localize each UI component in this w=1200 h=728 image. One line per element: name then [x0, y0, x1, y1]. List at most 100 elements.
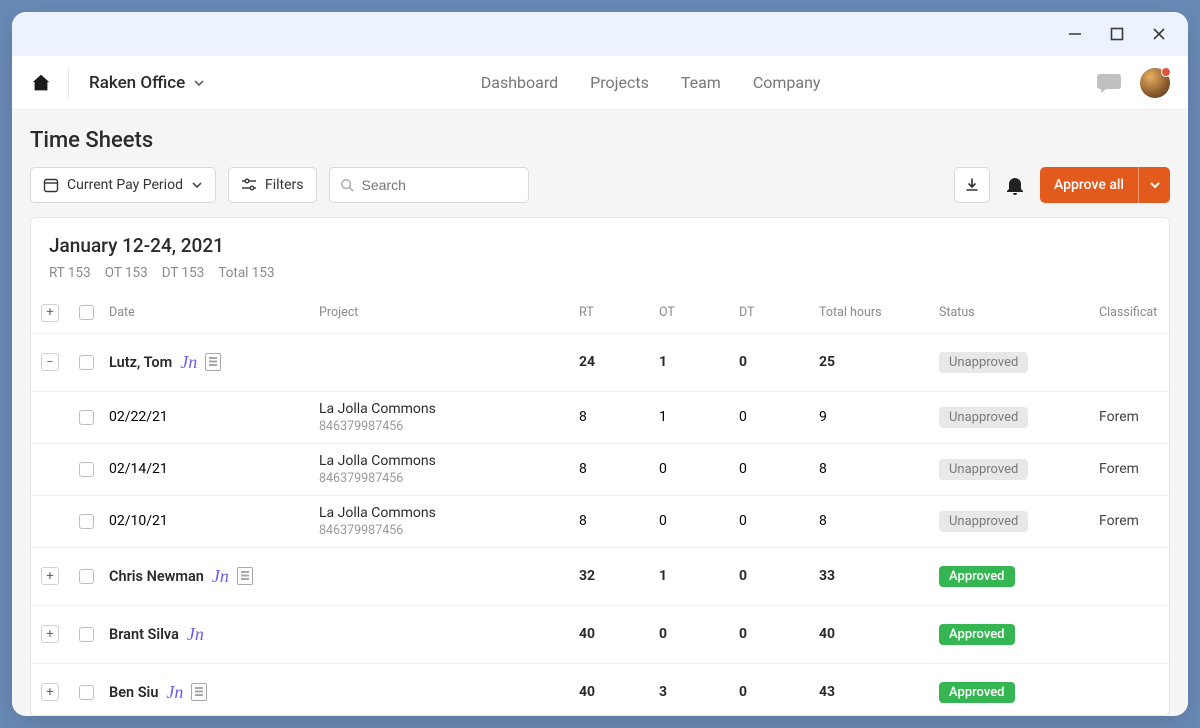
nav-team[interactable]: Team: [681, 73, 721, 92]
project-name[interactable]: La Jolla Commons: [319, 505, 559, 521]
sliders-icon: [241, 178, 257, 192]
col-rt[interactable]: RT: [569, 293, 649, 333]
note-icon[interactable]: [191, 683, 207, 701]
project-name[interactable]: La Jolla Commons: [319, 453, 559, 469]
chat-icon[interactable]: [1096, 72, 1122, 94]
note-icon[interactable]: [205, 353, 221, 371]
row-checkbox[interactable]: [79, 685, 94, 700]
nav-company[interactable]: Company: [753, 73, 821, 92]
period-summary: RT 153 OT 153 DT 153 Total 153: [49, 265, 1151, 281]
person-name[interactable]: Lutz, TomJn: [109, 352, 299, 373]
project-name[interactable]: La Jolla Commons: [319, 401, 559, 417]
approve-all-button[interactable]: Approve all: [1040, 167, 1138, 203]
signature-icon: Jn: [180, 352, 197, 373]
window-close-icon[interactable]: [1152, 27, 1166, 41]
col-ot[interactable]: OT: [649, 293, 729, 333]
summary-dt: DT 153: [162, 265, 205, 281]
ot-total: 1: [649, 333, 729, 391]
signature-icon: Jn: [166, 682, 183, 703]
entry-ot: 1: [649, 391, 729, 443]
home-icon[interactable]: [30, 72, 52, 94]
rt-total: 40: [569, 663, 649, 715]
approve-all-split-button: Approve all: [1040, 167, 1170, 203]
timesheet-panel: January 12-24, 2021 RT 153 OT 153 DT 153…: [30, 217, 1170, 716]
col-dt[interactable]: DT: [729, 293, 809, 333]
notifications-button[interactable]: [1000, 170, 1030, 200]
summary-total: Total 153: [218, 265, 274, 281]
row-checkbox[interactable]: [79, 462, 94, 477]
expand-all-button[interactable]: +: [41, 304, 59, 322]
expand-button[interactable]: +: [41, 683, 59, 701]
entry-ot: 0: [649, 495, 729, 547]
person-name[interactable]: Chris NewmanJn: [109, 566, 299, 587]
search-box[interactable]: [329, 167, 529, 203]
note-icon[interactable]: [237, 567, 253, 585]
export-button[interactable]: [954, 167, 990, 203]
window-minimize-icon[interactable]: [1068, 27, 1082, 41]
hours-total: 25: [809, 333, 929, 391]
top-nav: Raken Office Dashboard Projects Team Com…: [12, 56, 1188, 110]
workspace-switcher[interactable]: Raken Office: [89, 73, 205, 93]
status-badge: Approved: [939, 624, 1015, 645]
expand-button[interactable]: +: [41, 625, 59, 643]
row-checkbox[interactable]: [79, 627, 94, 642]
status-badge: Unapproved: [939, 352, 1028, 373]
row-checkbox[interactable]: [79, 514, 94, 529]
approve-all-caret[interactable]: [1138, 167, 1170, 203]
summary-ot: OT 153: [105, 265, 148, 281]
row-checkbox[interactable]: [79, 410, 94, 425]
entry-rt: 8: [569, 495, 649, 547]
avatar[interactable]: [1140, 68, 1170, 98]
window-titlebar: [12, 12, 1188, 56]
col-project[interactable]: Project: [309, 293, 569, 333]
entry-ot: 0: [649, 443, 729, 495]
hours-total: 33: [809, 547, 929, 605]
nav-divider: [68, 68, 69, 98]
row-checkbox[interactable]: [79, 569, 94, 584]
rt-total: 40: [569, 605, 649, 663]
search-input[interactable]: [362, 177, 518, 193]
timesheet-table: + Date Project RT OT DT Total hours Stat…: [31, 293, 1169, 715]
entry-classification: Forem: [1089, 495, 1169, 547]
time-entry-row: 02/22/21La Jolla Commons8463799874568109…: [31, 391, 1169, 443]
entry-date: 02/14/21: [99, 443, 309, 495]
nav-dashboard[interactable]: Dashboard: [481, 73, 558, 92]
nav-links: Dashboard Projects Team Company: [219, 73, 1082, 92]
person-name[interactable]: Brant SilvaJn: [109, 624, 299, 645]
dt-total: 0: [729, 663, 809, 715]
time-entry-row: 02/10/21La Jolla Commons8463799874568008…: [31, 495, 1169, 547]
person-row: + Ben SiuJn 403043 Approved: [31, 663, 1169, 715]
signature-icon: Jn: [187, 624, 204, 645]
workspace-name: Raken Office: [89, 73, 185, 93]
person-name[interactable]: Ben SiuJn: [109, 682, 299, 703]
entry-classification: Forem: [1089, 443, 1169, 495]
dt-total: 0: [729, 605, 809, 663]
entry-total: 9: [809, 391, 929, 443]
entry-date: 02/22/21: [99, 391, 309, 443]
entry-total: 8: [809, 495, 929, 547]
expand-button[interactable]: +: [41, 567, 59, 585]
dt-total: 0: [729, 333, 809, 391]
expand-button[interactable]: −: [41, 353, 59, 371]
chevron-down-icon: [1149, 179, 1161, 191]
entry-total: 8: [809, 443, 929, 495]
col-date[interactable]: Date: [99, 293, 309, 333]
pay-period-selector[interactable]: Current Pay Period: [30, 167, 216, 203]
window-maximize-icon[interactable]: [1110, 27, 1124, 41]
status-badge: Unapproved: [939, 511, 1028, 532]
rt-total: 24: [569, 333, 649, 391]
nav-projects[interactable]: Projects: [590, 73, 649, 92]
ot-total: 0: [649, 605, 729, 663]
ot-total: 1: [649, 547, 729, 605]
ot-total: 3: [649, 663, 729, 715]
hours-total: 43: [809, 663, 929, 715]
chevron-down-icon: [193, 77, 205, 89]
filters-button[interactable]: Filters: [228, 167, 317, 203]
row-checkbox[interactable]: [79, 355, 94, 370]
status-badge: Approved: [939, 682, 1015, 703]
col-total[interactable]: Total hours: [809, 293, 929, 333]
col-classification[interactable]: Classificat: [1089, 293, 1169, 333]
select-all-checkbox[interactable]: [79, 305, 94, 320]
entry-classification: Forem: [1089, 391, 1169, 443]
col-status[interactable]: Status: [929, 293, 1089, 333]
